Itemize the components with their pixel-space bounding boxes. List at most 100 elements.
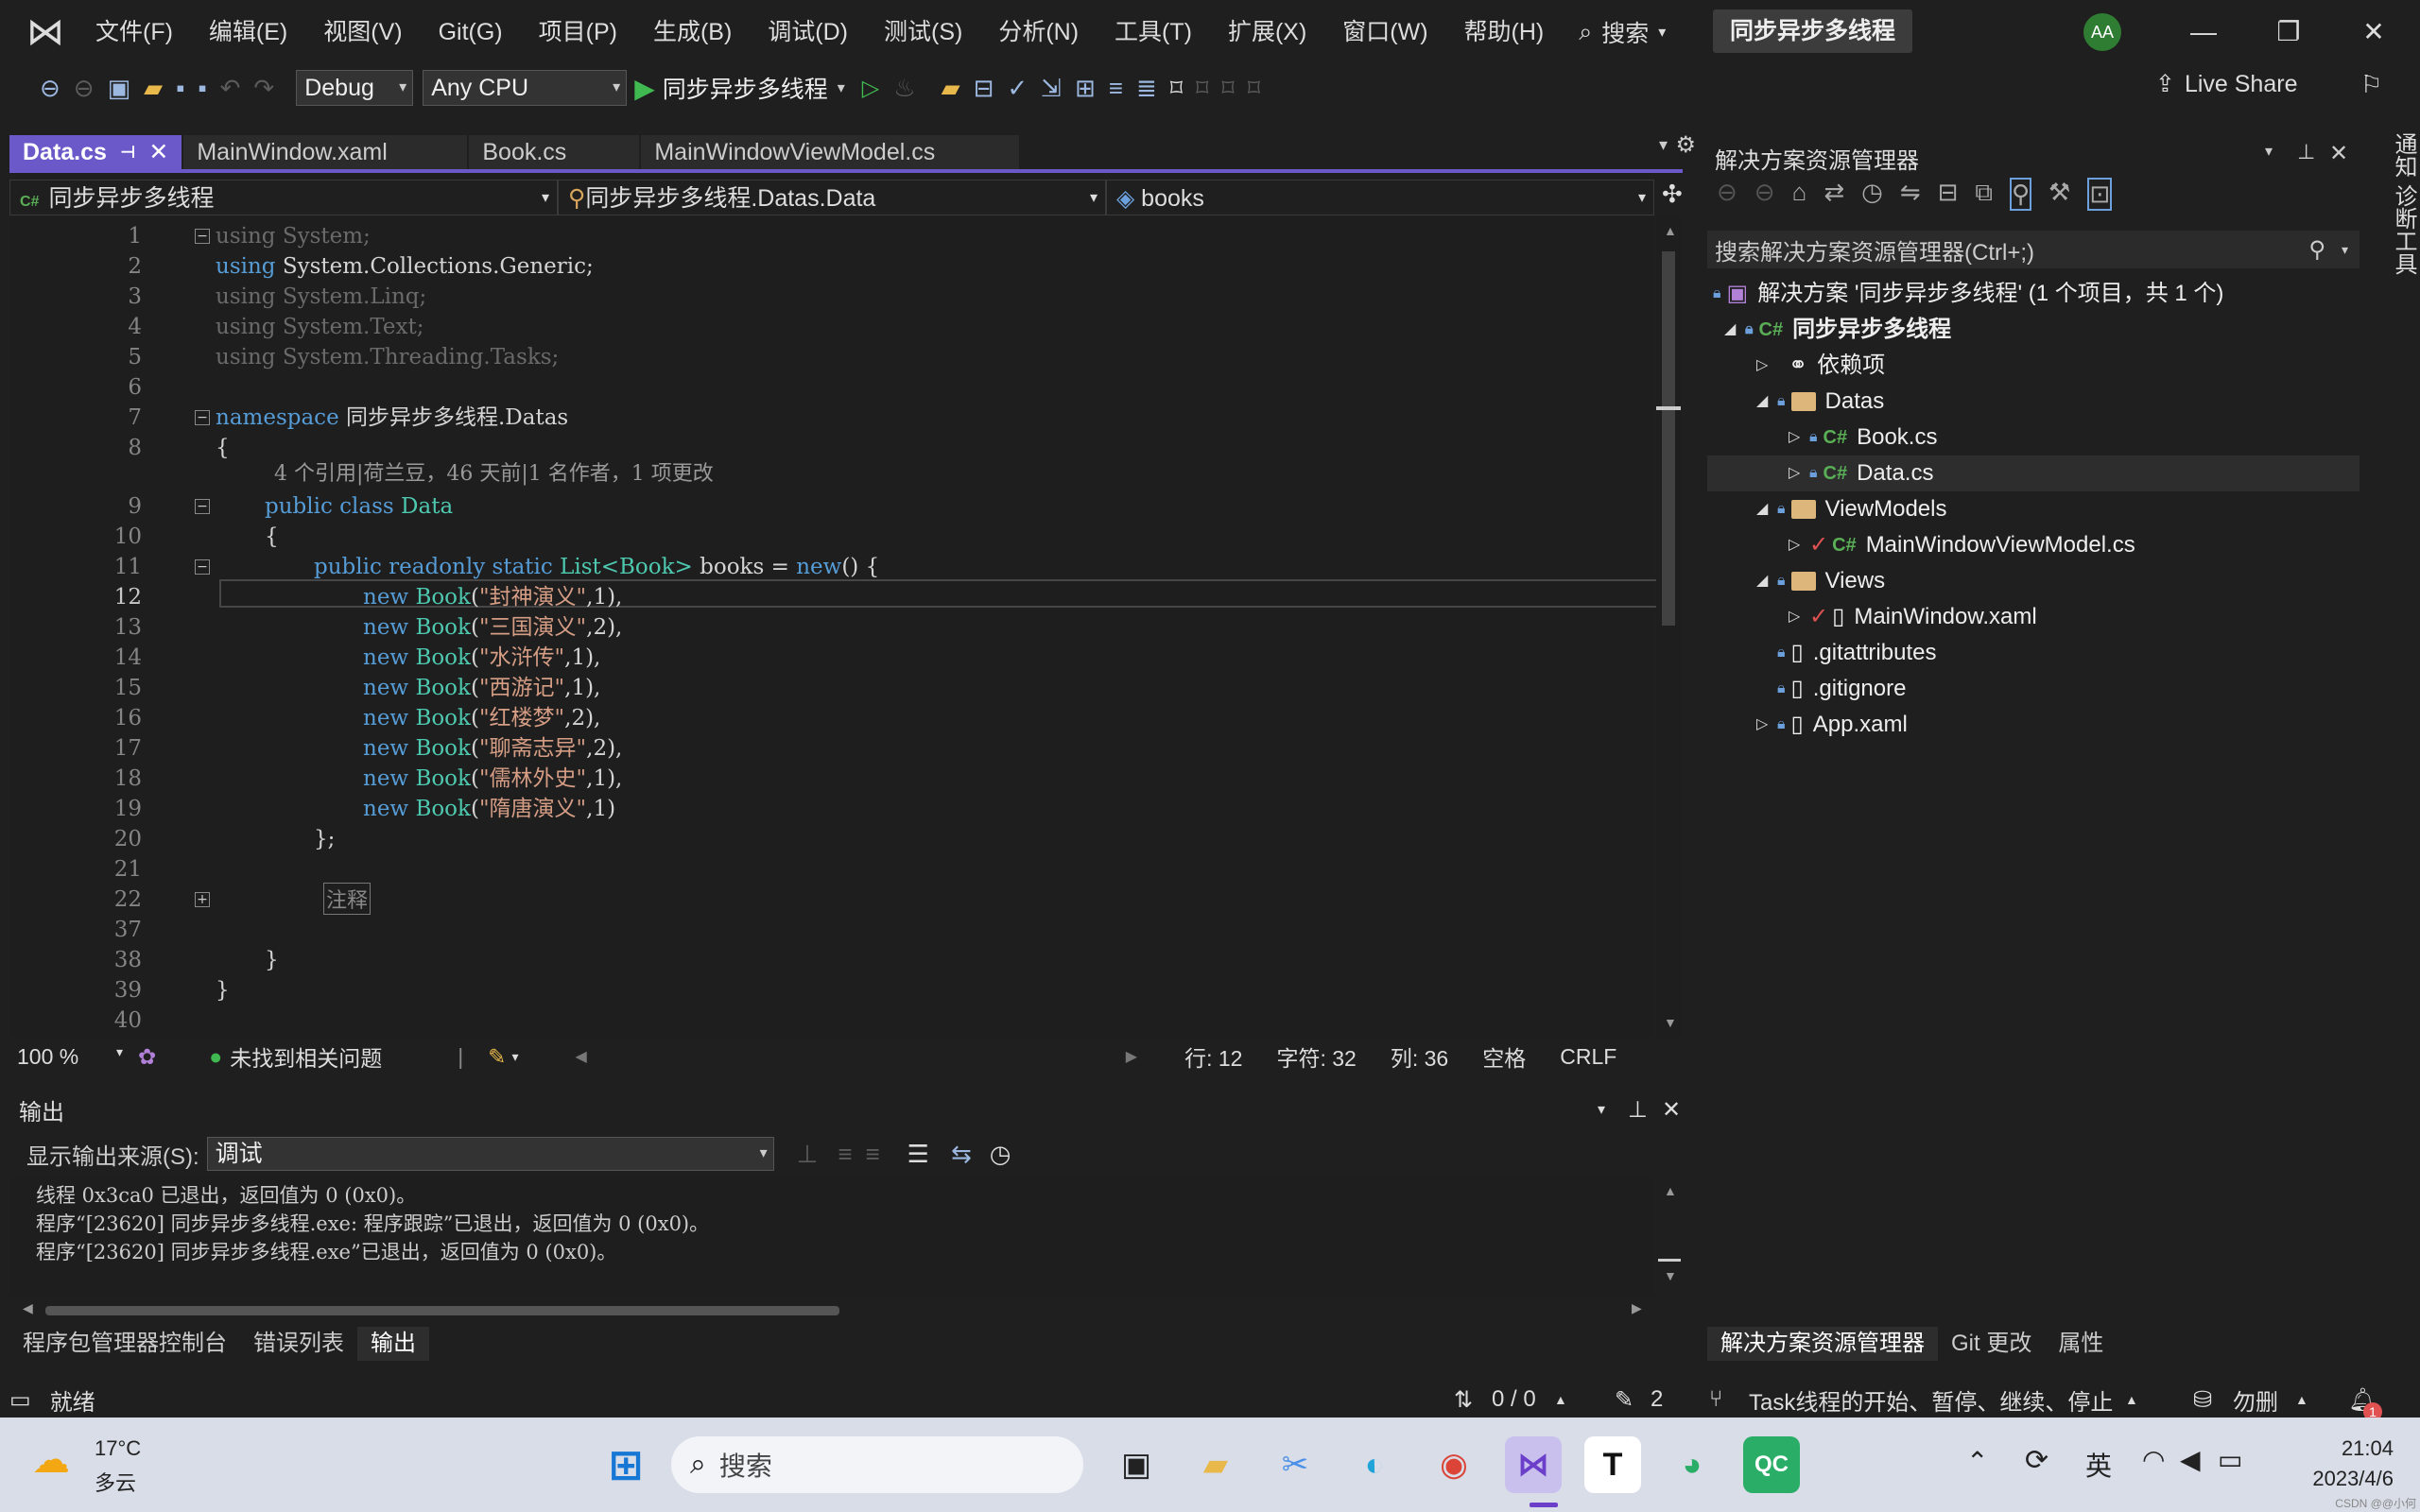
switch-views-icon[interactable]: ⇄ [1824,178,1844,211]
pending-changes-filter-icon[interactable]: ⚲ [2009,178,2032,211]
solution-search-input[interactable]: 搜索解决方案资源管理器(Ctrl+;) ⚲ ▾ [1707,231,2360,268]
split-view-icon[interactable]: ✣ [1662,180,1683,217]
tab-book-cs[interactable]: Book.cs [469,135,640,169]
solution-folder-icon[interactable]: ▰ [942,74,960,103]
menu-test[interactable]: 测试(S) [866,0,980,64]
tree-mainwindowviewmodel-cs[interactable]: ▷ ✓ C# MainWindowViewModel.cs [1789,527,2135,563]
intellicode-icon[interactable]: ✿ [138,1044,156,1070]
collapse-toggle[interactable]: − [195,229,210,244]
chevron-up-icon[interactable]: ▲ [1554,1392,1567,1407]
bookmark-icon[interactable]: ⌑ [1170,74,1183,103]
configuration-select[interactable]: Debug ▾ [296,70,414,106]
scroll-down-icon[interactable]: ▼ [1664,1015,1677,1030]
clock-time[interactable]: 21:04 [2299,1436,2394,1461]
commit-counter[interactable]: 0 / 0 [1492,1386,1536,1413]
whitespace-indicator[interactable]: 空格 [1482,1040,1526,1073]
open-folder-icon[interactable]: ▰ [144,74,163,103]
undo-icon[interactable]: ↶ [220,74,241,103]
menu-extensions[interactable]: 扩展(X) [1210,0,1324,64]
tree-mainwindow-xaml[interactable]: ▷ ✓ ▯ MainWindow.xaml [1789,599,2037,635]
forward-icon[interactable]: ⊖ [1754,178,1775,211]
tab-overflow-icon[interactable]: ▾ [1659,135,1668,155]
menu-project[interactable]: 项目(P) [521,0,635,64]
clock-icon[interactable]: ◷ [990,1140,1011,1169]
scroll-up-icon[interactable]: ▲ [1664,223,1677,238]
changes-counter[interactable]: 2 [1651,1386,1663,1413]
scroll-right-icon[interactable]: ▶ [1632,1300,1642,1316]
menu-file[interactable]: 文件(F) [78,0,191,64]
tree-gitattributes[interactable]: 🔒︎ ▯ .gitattributes [1777,635,1936,671]
restore-button[interactable]: ❐ [2246,0,2331,64]
visual-studio-icon[interactable]: ⋈ [1505,1436,1562,1493]
wifi-icon[interactable]: ◠ [2142,1444,2165,1475]
menu-debug[interactable]: 调试(D) [750,0,866,64]
clear-all-icon[interactable]: ☰ [908,1140,929,1169]
history-icon[interactable]: ◷ [1861,178,1883,211]
start-without-debug-icon[interactable]: ▷ [862,75,879,102]
weather-temp[interactable]: 17°C [95,1436,141,1461]
pin-icon[interactable]: ⊥ [2297,140,2315,164]
close-icon[interactable]: ✕ [148,135,168,169]
volume-icon[interactable]: ◀ [2180,1444,2201,1475]
split-icon[interactable]: ⊞ [1075,74,1096,103]
show-all-files-icon[interactable]: ⧉ [1975,178,1993,211]
file-explorer-icon[interactable]: ▰ [1187,1436,1244,1493]
cleanup-brush-icon[interactable]: ✎ [488,1044,506,1070]
output-hscrollbar[interactable]: ◀ ▶ [19,1300,1645,1321]
tree-folder-views[interactable]: ◢ 🔒︎ Views [1756,563,1885,599]
scroll-down-icon[interactable]: ▼ [1664,1268,1677,1283]
tree-app-xaml[interactable]: ▷ 🔒︎ ▯ App.xaml [1756,707,1908,743]
taskbar-search[interactable]: ⌕ 搜索 [671,1436,1083,1493]
windows-start-icon[interactable]: ⊞ [597,1436,654,1493]
editor-scrollbar[interactable]: ▲ ▼ [1656,217,1681,1038]
menu-git[interactable]: Git(G) [421,0,521,64]
format-icon[interactable]: ⊟ [974,74,994,103]
redo-icon[interactable]: ↷ [253,74,274,103]
chevron-up-icon[interactable]: ⌃ [1966,1446,1988,1477]
chevron-up-icon[interactable]: ▲ [2295,1392,2308,1407]
ime-indicator[interactable]: 英 [2085,1446,2112,1484]
feedback-icon[interactable]: ⚐ [2360,70,2382,99]
close-icon[interactable]: ✕ [1662,1096,1681,1124]
repo-name[interactable]: 勿删 [2233,1383,2278,1417]
chevron-down-icon[interactable]: ▾ [838,78,845,97]
preview-icon[interactable]: ⊡ [2087,178,2113,211]
scroll-right-icon[interactable]: ▶ [1126,1047,1137,1066]
code-editor[interactable]: 4 个引用|荷兰豆，46 天前|1 名作者，1 项更改 1 2 3 4 5 6 … [9,217,1662,1038]
avatar[interactable]: AA [2083,13,2121,51]
next-message-icon[interactable]: ≡ [866,1140,880,1169]
platform-select[interactable]: Any CPU ▾ [423,70,628,106]
edge-icon[interactable]: ◐ [1346,1436,1403,1493]
sync-icon[interactable]: ⟳ [2025,1444,2048,1477]
outdent-icon[interactable]: ≣ [1136,74,1157,103]
back-icon[interactable]: ⊖ [40,74,60,103]
menu-help[interactable]: 帮助(H) [1446,0,1563,64]
forward-icon[interactable]: ⊖ [74,74,95,103]
weather-cloud-icon[interactable]: ☁ [32,1438,70,1482]
tree-project[interactable]: ◢ 🔒︎ C# 同步异步多线程 [1724,312,1951,348]
tab-git-changes[interactable]: Git 更改 [1938,1327,2045,1361]
scroll-thumb[interactable] [1662,251,1675,626]
menu-edit[interactable]: 编辑(E) [191,0,305,64]
collapse-toggle[interactable]: − [195,410,210,425]
tab-package-manager-console[interactable]: 程序包管理器控制台 [9,1327,240,1361]
output-scrollbar[interactable]: ▲ ▼ [1658,1177,1681,1297]
right-tool-rail[interactable]: 通知 诊断工具 [2371,132,2420,302]
codelens[interactable]: 4 个引用|荷兰豆，46 天前|1 名作者，1 项更改 [274,456,714,487]
step-icon[interactable]: ⇲ [1041,74,1062,103]
scroll-thumb[interactable] [45,1306,839,1315]
indent-icon[interactable]: ≡ [1109,74,1123,103]
tab-error-list[interactable]: 错误列表 [240,1327,357,1361]
save-icon[interactable]: ▪ [176,74,184,103]
close-window-button[interactable]: ✕ [2331,0,2416,64]
chevron-down-icon[interactable]: ▾ [1598,1100,1605,1119]
task-view-icon[interactable]: ▣ [1108,1436,1165,1493]
branch-name[interactable]: Task线程的开始、暂停、继续、停止 [1749,1383,2113,1417]
bookmark-clear-icon[interactable]: ⌑ [1248,74,1260,103]
global-search[interactable]: ⌕ 搜索 ▾ [1579,15,1666,49]
prev-message-icon[interactable]: ≡ [838,1140,852,1169]
output-window-icon[interactable]: ▭ [9,1386,31,1414]
tree-gitignore[interactable]: 🔒︎ ▯ .gitignore [1777,671,1906,707]
scroll-up-icon[interactable]: ▲ [1664,1183,1677,1198]
tree-data-cs[interactable]: ▷ 🔒︎ C# Data.cs [1707,455,2360,491]
